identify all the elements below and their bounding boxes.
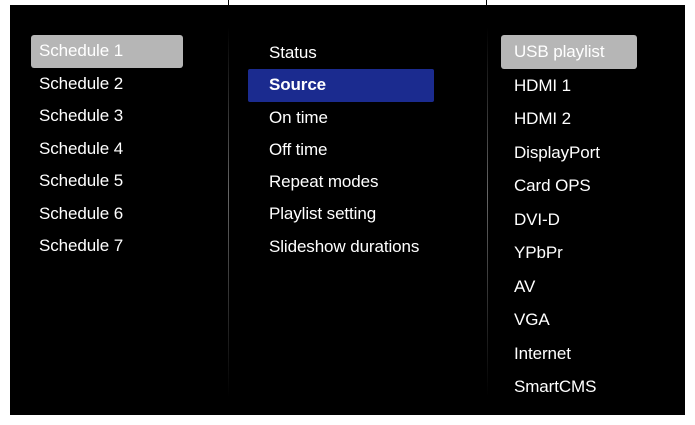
schedule-item-2[interactable]: Schedule 2 xyxy=(31,68,183,101)
schedule-item-1[interactable]: Schedule 1 xyxy=(31,35,183,68)
setting-item-status[interactable]: Status xyxy=(248,37,434,69)
column-divider-left xyxy=(228,27,229,397)
schedule-item-5[interactable]: Schedule 5 xyxy=(31,165,183,198)
schedule-list: Schedule 1 Schedule 2 Schedule 3 Schedul… xyxy=(31,35,183,263)
source-option-hdmi-2[interactable]: HDMI 2 xyxy=(501,102,637,136)
setting-item-on-time[interactable]: On time xyxy=(248,102,434,134)
source-option-internet[interactable]: Internet xyxy=(501,337,637,371)
schedule-item-4[interactable]: Schedule 4 xyxy=(31,133,183,166)
source-option-card-ops[interactable]: Card OPS xyxy=(501,169,637,203)
setting-item-off-time[interactable]: Off time xyxy=(248,134,434,166)
schedule-item-3[interactable]: Schedule 3 xyxy=(31,100,183,133)
schedule-item-7[interactable]: Schedule 7 xyxy=(31,230,183,263)
schedule-settings-list: Status Source On time Off time Repeat mo… xyxy=(248,37,434,263)
setting-item-slideshow-durations[interactable]: Slideshow durations xyxy=(248,231,434,263)
source-option-ypbpr[interactable]: YPbPr xyxy=(501,236,637,270)
source-option-usb-playlist[interactable]: USB playlist xyxy=(501,35,637,69)
source-option-hdmi-1[interactable]: HDMI 1 xyxy=(501,69,637,103)
setting-item-source[interactable]: Source xyxy=(248,69,434,102)
setting-item-playlist-setting[interactable]: Playlist setting xyxy=(248,198,434,230)
source-option-dvi-d[interactable]: DVI-D xyxy=(501,203,637,237)
setting-item-repeat-modes[interactable]: Repeat modes xyxy=(248,166,434,198)
source-option-smartcms[interactable]: SmartCMS xyxy=(501,370,637,404)
column-divider-right xyxy=(487,27,488,397)
schedule-item-6[interactable]: Schedule 6 xyxy=(31,198,183,231)
source-option-vga[interactable]: VGA xyxy=(501,303,637,337)
source-option-av[interactable]: AV xyxy=(501,270,637,304)
source-option-displayport[interactable]: DisplayPort xyxy=(501,136,637,170)
source-options-list: USB playlist HDMI 1 HDMI 2 DisplayPort C… xyxy=(501,35,637,404)
osd-menu-panel: Schedule 1 Schedule 2 Schedule 3 Schedul… xyxy=(10,5,685,415)
